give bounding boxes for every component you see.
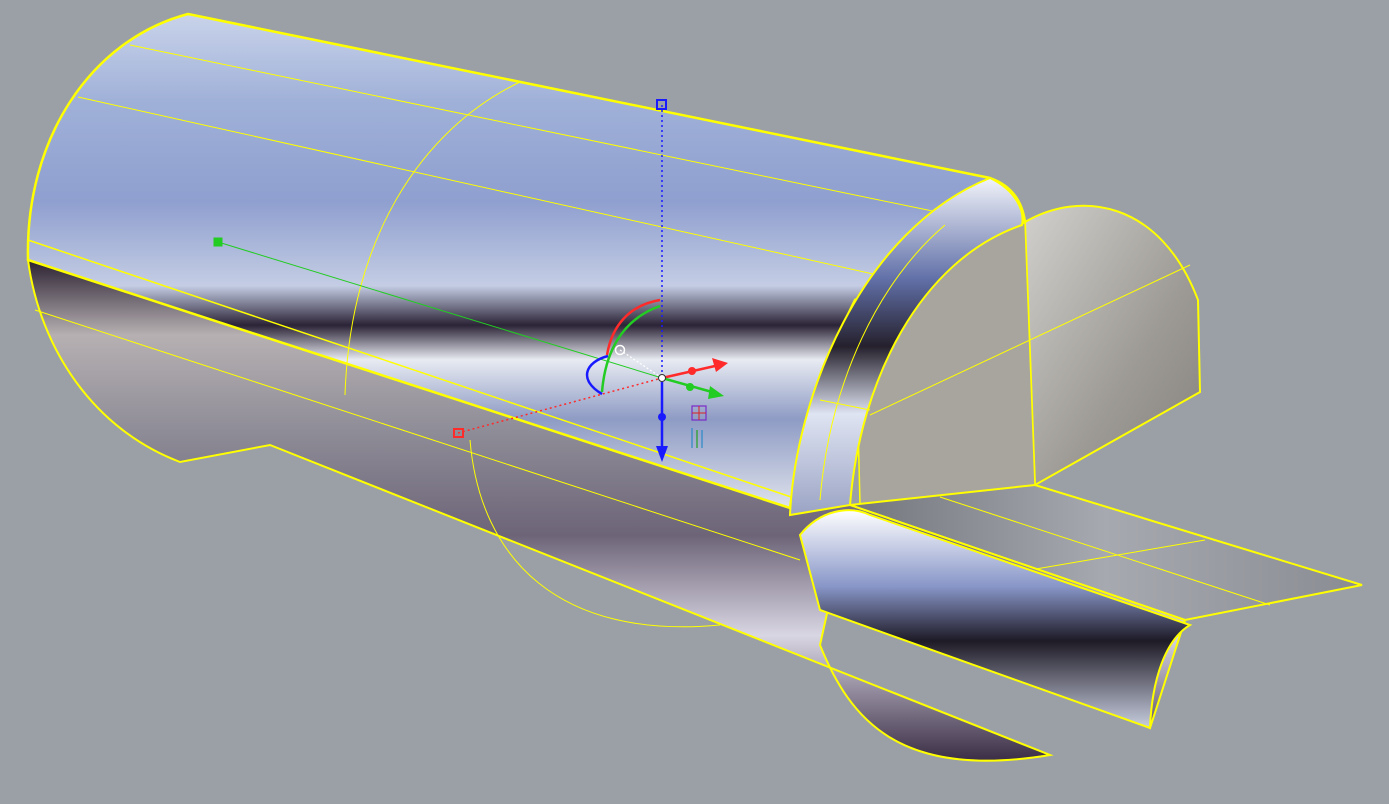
gumball-origin-icon[interactable] [658, 374, 666, 382]
viewport-canvas[interactable] [0, 0, 1389, 804]
move-y-dot[interactable] [686, 383, 694, 391]
scale-z-handle-icon[interactable] [656, 99, 667, 110]
move-z-dot[interactable] [658, 413, 666, 421]
scale-y-handle-icon[interactable] [213, 237, 223, 247]
viewport-3d[interactable] [0, 0, 1389, 804]
move-x-dot[interactable] [688, 367, 696, 375]
